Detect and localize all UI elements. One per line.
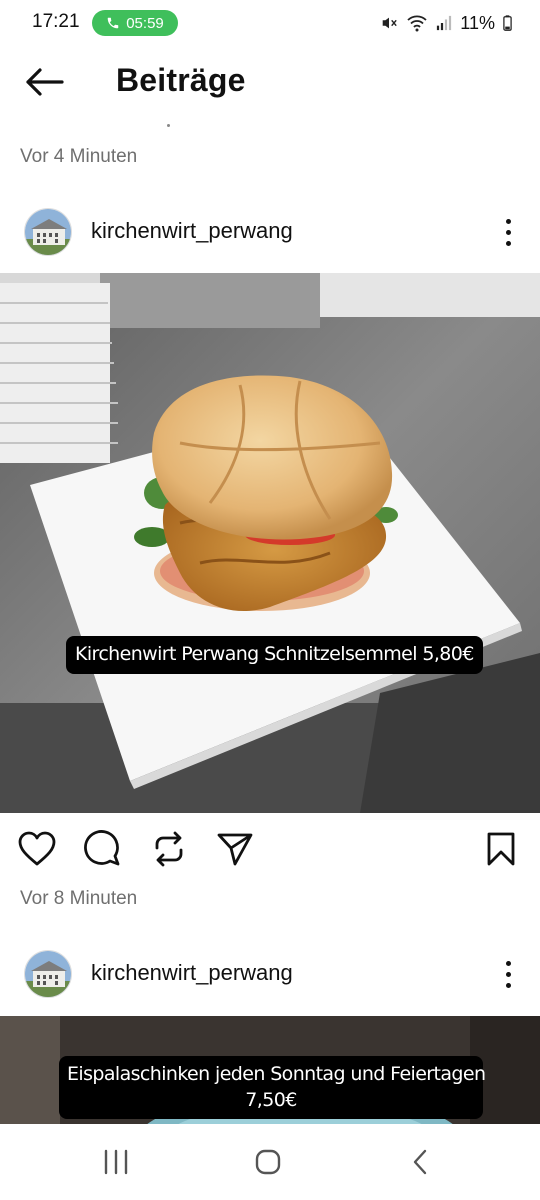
more-options-button[interactable]	[498, 956, 518, 992]
image-caption: Eispalaschinken jeden Sonntag und Feiert…	[59, 1056, 486, 1120]
author-avatar[interactable]	[24, 208, 72, 256]
repost-button[interactable]	[148, 828, 190, 870]
arrow-left-icon	[26, 68, 64, 96]
more-dot-icon	[505, 218, 511, 224]
ongoing-call-pill[interactable]: 05:59	[92, 10, 178, 36]
signal-icon	[437, 15, 452, 31]
author-username[interactable]: kirchenwirt_perwang	[91, 218, 293, 244]
post-image[interactable]: Kirchenwirt Perwang Schnitzelsemmel 5,80…	[0, 273, 540, 813]
more-options-button[interactable]	[498, 214, 518, 250]
more-dot-icon	[505, 982, 511, 988]
status-bar: 17:21 05:59 11%	[0, 0, 540, 46]
recent-apps-button[interactable]	[96, 1146, 136, 1178]
repost-icon	[155, 831, 183, 867]
schnitzel-sandwich-photo	[0, 273, 540, 813]
phone-icon	[107, 17, 119, 29]
status-time: 17:21	[32, 11, 80, 32]
more-dot-icon	[505, 971, 511, 977]
more-dot-icon	[505, 960, 511, 966]
post-timestamp: Vor 4 Minuten	[20, 146, 138, 167]
post-action-bar	[0, 820, 540, 880]
more-dot-icon	[505, 240, 511, 246]
battery-icon	[503, 15, 512, 31]
mute-icon	[382, 17, 398, 29]
more-dot-icon	[505, 229, 511, 235]
author-avatar[interactable]	[24, 950, 72, 998]
recent-apps-icon	[104, 1149, 128, 1175]
post-author-row: kirchenwirt_perwang	[0, 942, 540, 1006]
page-title: Beiträge	[116, 62, 246, 98]
back-icon	[413, 1149, 427, 1175]
system-navigation-bar	[0, 1124, 540, 1200]
home-icon	[255, 1149, 281, 1175]
status-icons: 11%	[380, 10, 512, 36]
share-button[interactable]	[214, 828, 256, 870]
scroll-hint-dot	[167, 124, 170, 127]
comment-button[interactable]	[82, 828, 124, 870]
app-header: Beiträge	[0, 46, 540, 118]
post-image[interactable]: Eispalaschinken jeden Sonntag und Feiert…	[0, 1016, 540, 1124]
author-username[interactable]: kirchenwirt_perwang	[91, 960, 293, 986]
home-button[interactable]	[248, 1146, 288, 1178]
system-back-button[interactable]	[400, 1146, 440, 1178]
comment-icon	[84, 830, 120, 866]
heart-icon	[18, 831, 56, 866]
building-avatar-image	[25, 951, 71, 997]
post-timestamp: Vor 8 Minuten	[20, 888, 138, 909]
post-author-row: kirchenwirt_perwang	[0, 200, 540, 264]
wifi-icon	[407, 15, 427, 32]
battery-percent: 11%	[460, 12, 495, 33]
call-timer: 05:59	[126, 14, 164, 32]
back-button[interactable]	[22, 62, 66, 102]
building-avatar-image	[25, 209, 71, 255]
bookmark-icon	[487, 832, 515, 866]
image-caption-line: Eispalaschinken jeden Sonntag und Feiert…	[67, 1063, 486, 1085]
image-caption-line: 7,50€	[245, 1088, 297, 1111]
like-button[interactable]	[16, 828, 58, 870]
image-caption: Kirchenwirt Perwang Schnitzelsemmel 5,80…	[66, 636, 483, 674]
bookmark-button[interactable]	[480, 828, 522, 870]
share-icon	[217, 833, 253, 866]
